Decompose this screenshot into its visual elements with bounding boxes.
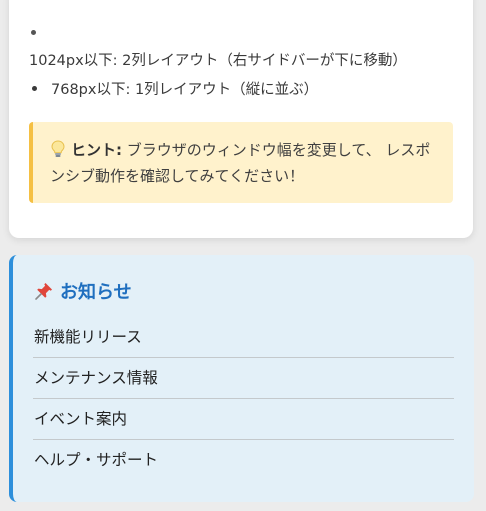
layout-item-768: 768px以下: 1列レイアウト（縦に並ぶ） [51, 82, 319, 98]
lightbulb-icon [50, 140, 66, 158]
notice-list: 新機能リリース メンテナンス情報 イベント案内 ヘルプ・サポート [33, 317, 454, 481]
hint-label: ヒント: [71, 141, 122, 159]
notice-item-maintenance[interactable]: メンテナンス情報 [33, 358, 454, 399]
hint-text-block: ヒント: ブラウザのウィンドウ幅を変更して、 レスポンシブ動作を確認してみてくだ… [50, 137, 437, 189]
list-bullet [31, 30, 36, 35]
notice-heading: お知らせ [34, 278, 132, 304]
notice-item-help-support[interactable]: ヘルプ・サポート [33, 440, 454, 481]
list-bullet [32, 86, 37, 91]
notice-title: お知らせ [60, 282, 132, 303]
layout-item-1024: 1024px以下: 2列レイアウト（右サイドバーが下に移動） [29, 53, 407, 69]
notice-item-new-release[interactable]: 新機能リリース [33, 317, 454, 358]
notice-item-events[interactable]: イベント案内 [33, 399, 454, 440]
notice-card: お知らせ 新機能リリース メンテナンス情報 イベント案内 ヘルプ・サポート [9, 255, 474, 502]
hint-box: ヒント: ブラウザのウィンドウ幅を変更して、 レスポンシブ動作を確認してみてくだ… [29, 122, 453, 203]
pushpin-icon [34, 281, 54, 301]
